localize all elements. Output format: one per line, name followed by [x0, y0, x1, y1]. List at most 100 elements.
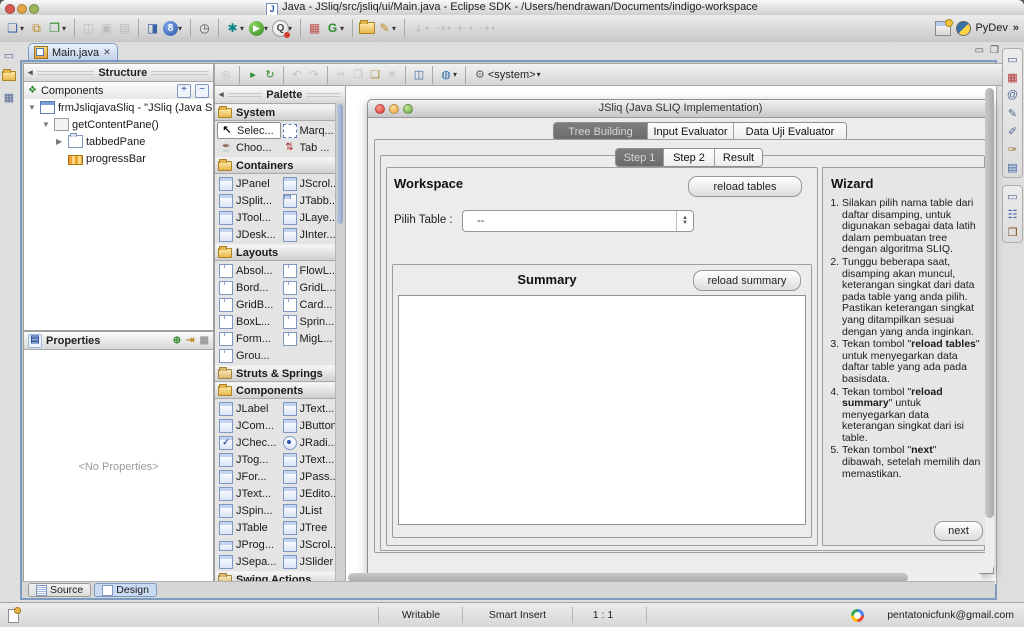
collapse-palette-icon[interactable]: ◂: [219, 89, 224, 100]
palette-category-components[interactable]: Components: [215, 382, 345, 399]
page-tab-design[interactable]: Design: [94, 583, 157, 597]
palette-item-selec[interactable]: Selec...: [217, 122, 281, 139]
coordinates-icon[interactable]: ◫: [411, 67, 427, 83]
package-explorer-icon[interactable]: [2, 69, 17, 83]
ls-restore-icon[interactable]: ▭: [2, 48, 17, 62]
refresh-design-icon[interactable]: ↻: [262, 67, 278, 83]
java-browsing-icon[interactable]: 8: [162, 20, 179, 37]
open-resource-icon[interactable]: [358, 20, 375, 37]
tasks-icon[interactable]: ◷: [196, 20, 213, 37]
account-email[interactable]: pentatonicfunk@gmail.com: [887, 609, 1014, 621]
run-caret-icon[interactable]: ▾: [264, 24, 271, 33]
palette-scrollbar[interactable]: [335, 103, 345, 584]
palette-item-bord[interactable]: Bord...: [217, 279, 281, 296]
external-tools-icon[interactable]: Q: [272, 20, 289, 37]
debug-caret-icon[interactable]: ▾: [240, 24, 247, 33]
tree-item-progressbar[interactable]: progressBar: [24, 150, 213, 167]
test-window-icon[interactable]: ▸: [245, 67, 261, 83]
page-tab-source[interactable]: Source: [28, 583, 91, 597]
preview-window[interactable]: JSliq (Java SLIQ Implementation) Tree Bu…: [367, 99, 994, 574]
external-tools-caret-icon[interactable]: ▾: [288, 24, 295, 33]
tab-step-2[interactable]: Step 2: [664, 149, 715, 166]
design-canvas[interactable]: JSliq (Java SLIQ Implementation) Tree Bu…: [345, 85, 997, 585]
expanded-arrow-icon[interactable]: ▼: [28, 103, 37, 112]
palette-item-jspin[interactable]: JSpin...: [217, 502, 281, 519]
palette-item-boxl[interactable]: BoxL...: [217, 313, 281, 330]
minimize-editor-icon[interactable]: ▭: [975, 45, 984, 56]
expanded-arrow-icon[interactable]: ▼: [42, 120, 51, 129]
reload-tables-button[interactable]: reload tables: [688, 176, 802, 197]
tab-step-1[interactable]: Step 1: [616, 149, 664, 166]
declaration-view-icon[interactable]: ✎: [1005, 106, 1020, 120]
new-package-icon[interactable]: ⧉: [28, 20, 45, 37]
help-book-icon[interactable]: ❒: [1005, 225, 1020, 239]
tab-result[interactable]: Result: [715, 149, 762, 166]
tree-item-tabbedpane[interactable]: ▶tabbedPane: [24, 133, 213, 150]
maximize-editor-icon[interactable]: ❐: [990, 45, 999, 56]
gwt-icon[interactable]: G: [324, 20, 341, 37]
palette-category-layouts[interactable]: Layouts: [215, 244, 345, 261]
annotate-caret-icon[interactable]: ▾: [392, 24, 399, 33]
palette-item-absol[interactable]: Absol...: [217, 262, 281, 279]
brush-view-icon[interactable]: ✑: [1005, 142, 1020, 156]
palette-category-struts-springs[interactable]: Struts & Springs: [215, 365, 345, 382]
new-class-caret-icon[interactable]: ▾: [62, 24, 69, 33]
palette-item-gridb[interactable]: GridB...: [217, 296, 281, 313]
new-wizard-caret-icon[interactable]: ▾: [20, 24, 27, 33]
ls-hierarchy-icon[interactable]: ▦: [2, 90, 17, 104]
next-button[interactable]: next: [934, 521, 983, 541]
new-class-icon[interactable]: ❐: [46, 20, 63, 37]
perspective-overflow-button[interactable]: »: [1013, 22, 1018, 34]
palette-item-jdesk[interactable]: JDesk...: [217, 226, 281, 243]
editor-tab-main-java[interactable]: Main.java ✕: [28, 43, 118, 61]
collapse-structure-icon[interactable]: ◂: [28, 67, 33, 78]
console-view-icon[interactable]: ▤: [1005, 160, 1020, 174]
palette-item-choo[interactable]: Choo...: [217, 139, 281, 156]
new-wizard-icon[interactable]: ❏: [4, 20, 21, 37]
run-icon[interactable]: ▶: [248, 20, 265, 37]
rs-restore2-icon[interactable]: ▭: [1005, 189, 1020, 203]
palette-category-containers[interactable]: Containers: [215, 157, 345, 174]
collapsed-arrow-icon[interactable]: ▶: [56, 137, 65, 146]
tab-data-uji-evaluator[interactable]: Data Uji Evaluator: [734, 123, 846, 140]
java-browsing-caret-icon[interactable]: ▾: [178, 24, 185, 33]
tab-tree-building[interactable]: Tree Building: [554, 123, 648, 140]
palette-item-jpanel[interactable]: JPanel: [217, 175, 281, 192]
javadoc-view-icon[interactable]: @: [1005, 88, 1020, 102]
palette-item-form[interactable]: Form...: [217, 330, 281, 347]
rs-restore-icon[interactable]: ▭: [1005, 52, 1020, 66]
palette-scrollbar-thumb[interactable]: [337, 104, 343, 224]
gwt-caret-icon[interactable]: ▾: [340, 24, 347, 33]
palette-item-jtext[interactable]: JText...: [217, 485, 281, 502]
paste-icon[interactable]: ❏: [367, 67, 383, 83]
debug-icon[interactable]: ✱: [224, 20, 241, 37]
canvas-vscrollbar-thumb[interactable]: [985, 88, 994, 518]
tree-item-getcontentpane[interactable]: ▼getContentPane(): [24, 116, 213, 133]
palette-item-jsplit[interactable]: JSplit...: [217, 192, 281, 209]
close-tab-icon[interactable]: ✕: [103, 47, 111, 58]
palette-category-system[interactable]: System: [215, 104, 345, 121]
coverage-icon[interactable]: ▦: [306, 20, 323, 37]
annotate-icon[interactable]: ✎: [376, 20, 393, 37]
outline-view-icon[interactable]: ☷: [1005, 207, 1020, 221]
reload-summary-button[interactable]: reload summary: [693, 270, 801, 291]
table-select[interactable]: -- ▲▼: [462, 210, 694, 232]
palette-item-grou[interactable]: Grou...: [217, 347, 281, 364]
palette-item-jchec[interactable]: JChec...: [217, 434, 281, 451]
palette-item-jfor[interactable]: JFor...: [217, 468, 281, 485]
lookandfeel-select[interactable]: ⚙ <system> ▾: [471, 68, 548, 81]
tab-input-evaluator[interactable]: Input Evaluator: [648, 123, 734, 140]
canvas-vscrollbar[interactable]: [985, 88, 994, 570]
perspective-pydev-button[interactable]: PyDev: [956, 21, 1007, 36]
palette-item-jtool[interactable]: JTool...: [217, 209, 281, 226]
props-advanced-icon[interactable]: ⊕: [173, 335, 181, 346]
palette-item-jtog[interactable]: JTog...: [217, 451, 281, 468]
palette-item-jtable[interactable]: JTable: [217, 519, 281, 536]
collapse-all-icon[interactable]: −: [195, 84, 209, 98]
search-view-icon[interactable]: ✐: [1005, 124, 1020, 138]
palette-item-jlabel[interactable]: JLabel: [217, 400, 281, 417]
combo-stepper-icon[interactable]: ▲▼: [676, 211, 693, 231]
java-code-icon[interactable]: ◨: [144, 20, 161, 37]
locale-globe-icon[interactable]: ◍: [438, 67, 454, 83]
summary-textarea[interactable]: [398, 295, 806, 525]
